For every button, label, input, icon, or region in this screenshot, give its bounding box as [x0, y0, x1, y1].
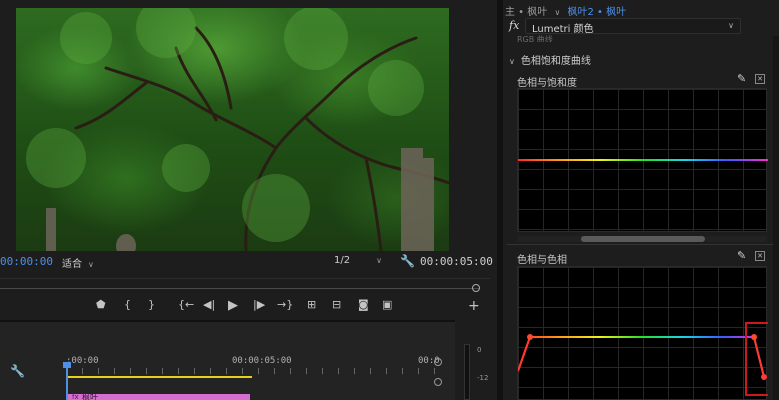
- chevron-down-icon: ∨: [728, 21, 734, 30]
- curve1-title: 色相与饱和度: [517, 78, 577, 89]
- close-icon[interactable]: ✕: [755, 251, 765, 261]
- clip-fx-badge: fx: [72, 394, 79, 400]
- eyedropper-icon[interactable]: ✎: [737, 72, 749, 85]
- curve2-title: 色相与色相: [517, 255, 567, 266]
- video-preview: [16, 8, 449, 251]
- section-title: 色相饱和度曲线: [520, 56, 591, 67]
- effect-row: fx Lumetri 颜色 ∨: [503, 16, 779, 36]
- rgb-curves-section-label: RGB 曲线: [517, 35, 553, 42]
- curve-control-point[interactable]: [751, 334, 757, 340]
- fit-label: 适合: [62, 259, 82, 270]
- wrench-icon[interactable]: 🔧: [400, 254, 415, 268]
- effect-name: Lumetri 颜色: [532, 24, 594, 35]
- fit-dropdown[interactable]: 适合 ∨: [62, 255, 94, 270]
- button-editor-plus-icon[interactable]: +: [468, 298, 480, 314]
- tree-branches-image: [26, 8, 449, 251]
- highlight-box: [745, 322, 768, 396]
- hue-vs-hue-graph[interactable]: [517, 266, 768, 400]
- lift-icon[interactable]: ⊞: [307, 298, 316, 314]
- scrubber-track: [0, 288, 480, 289]
- mark-in-icon[interactable]: {: [124, 298, 131, 314]
- hue-vs-sat-graph[interactable]: [517, 88, 768, 232]
- monitor-scrubber[interactable]: [0, 278, 490, 294]
- timeline-panel: 🔧 :00:00 00:00:05:00 00:0 fx 枫叶: [0, 320, 497, 400]
- scrubber-end-handle[interactable]: [472, 284, 480, 292]
- divider-line: [507, 244, 775, 245]
- monitor-controls-row: 00:00:00 适合 ∨ 1/2 ∨ 🔧 00:00:05:00: [0, 252, 497, 270]
- go-to-in-icon[interactable]: {←: [178, 298, 194, 314]
- go-to-out-icon[interactable]: →}: [277, 298, 293, 314]
- timeline-clip[interactable]: fx 枫叶: [68, 394, 250, 400]
- close-icon[interactable]: ✕: [755, 74, 765, 84]
- step-forward-icon[interactable]: |▶: [253, 298, 265, 314]
- extract-icon[interactable]: ⊟: [332, 298, 341, 314]
- export-frame-icon[interactable]: ◙: [358, 298, 369, 314]
- hue-sat-curves-header[interactable]: ∨ 色相饱和度曲线: [509, 52, 591, 67]
- clip-label: 枫叶: [82, 394, 98, 400]
- work-area-bar[interactable]: [68, 376, 252, 378]
- play-icon[interactable]: ▶: [228, 298, 238, 314]
- timeline-scroll-handle[interactable]: [434, 378, 442, 386]
- fx-badge: fx: [509, 19, 520, 32]
- meter-label-0: 0: [477, 346, 482, 354]
- wrench-icon[interactable]: 🔧: [10, 364, 25, 378]
- resolution-dropdown[interactable]: 1/2 ∨: [334, 255, 382, 266]
- chevron-down-icon: ∨: [88, 260, 94, 269]
- meter-bar: [464, 344, 470, 400]
- step-back-icon[interactable]: ◀|: [203, 298, 215, 314]
- hue-vs-sat-curve: [518, 159, 768, 161]
- comparison-view-icon[interactable]: ▣: [382, 298, 392, 314]
- timeline-ruler[interactable]: :00:00 00:00:05:00 00:0: [66, 354, 440, 376]
- chevron-down-icon: ∨: [376, 256, 382, 265]
- curve-control-point[interactable]: [527, 334, 533, 340]
- timeline-header-left: 🔧: [0, 322, 62, 400]
- effect-selector[interactable]: Lumetri 颜色 ∨: [525, 18, 741, 35]
- panel-vertical-scrollbar[interactable]: [773, 36, 779, 400]
- chevron-down-icon: ∨: [509, 57, 515, 66]
- meter-label-12: -12: [477, 374, 489, 382]
- horizontal-scrollbar[interactable]: [517, 236, 767, 242]
- timeline-zoom-handle[interactable]: [434, 358, 442, 366]
- hue-vs-hue-curve: [518, 322, 768, 396]
- add-marker-icon[interactable]: ⬟: [96, 298, 106, 314]
- duration-timecode: 00:00:05:00: [420, 255, 493, 268]
- current-timecode[interactable]: 00:00:00: [0, 255, 53, 268]
- transport-controls: ⬟ { } {← ◀| ▶ |▶ →} ⊞ ⊟ ◙ ▣ +: [0, 296, 497, 316]
- audio-meter: 0 -12: [455, 320, 497, 400]
- eyedropper-icon[interactable]: ✎: [737, 249, 749, 262]
- ruler-mid-label: 00:00:05:00: [232, 356, 292, 366]
- program-monitor: 00:00:00 适合 ∨ 1/2 ∨ 🔧 00:00:05:00 ⬟ { } {←…: [0, 0, 497, 318]
- scrollbar-thumb[interactable]: [581, 236, 705, 242]
- ruler-ticks: [66, 368, 436, 374]
- resolution-label: 1/2: [334, 255, 351, 266]
- curve-control-point[interactable]: [761, 374, 767, 380]
- lumetri-color-panel: 主 • 枫叶 ∨ 枫叶2 • 枫叶 fx Lumetri 颜色 ∨ RGB 曲线…: [503, 0, 779, 400]
- mark-out-icon[interactable]: }: [148, 298, 155, 314]
